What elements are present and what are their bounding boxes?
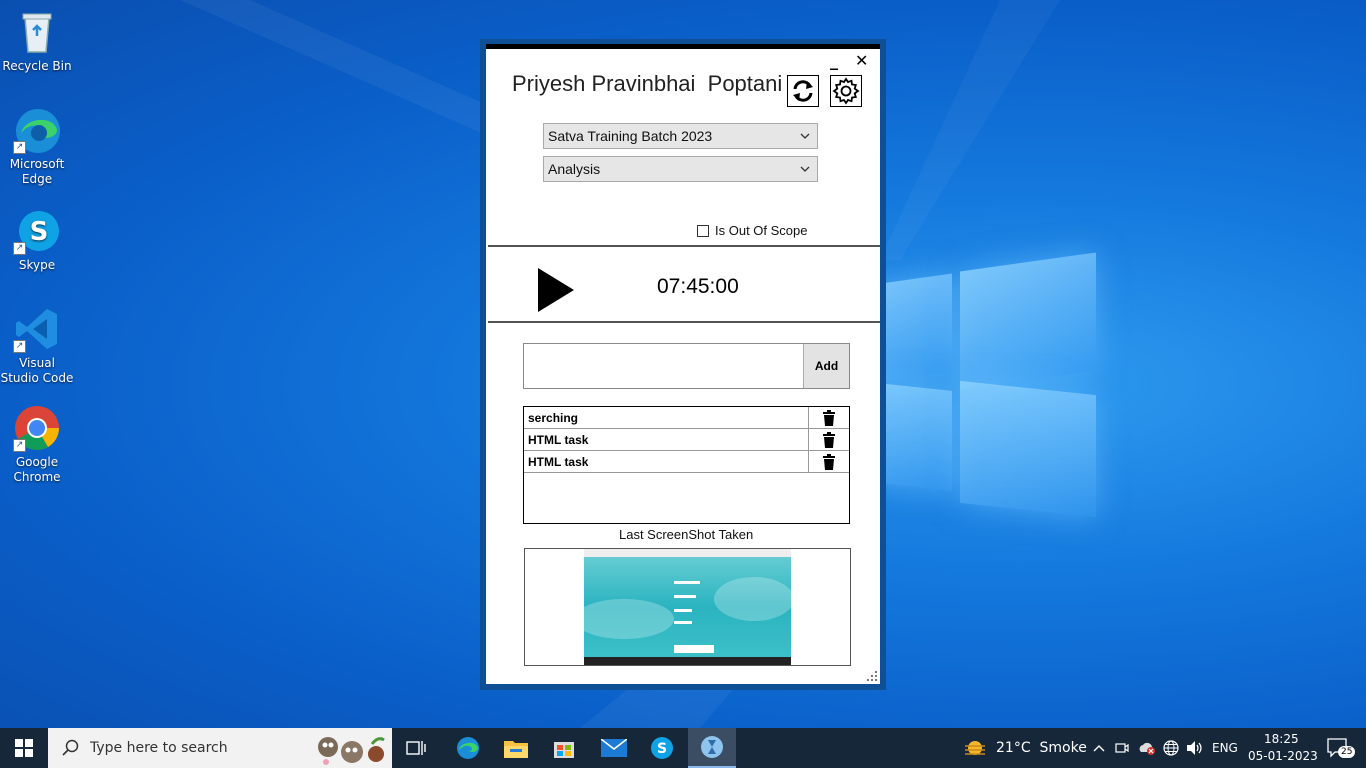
shortcut-arrow-icon: ↗: [13, 242, 26, 255]
edge-icon: ↗: [13, 106, 61, 154]
weather-text[interactable]: 21°C Smoke: [996, 740, 1087, 756]
taskbar-time-tracker[interactable]: [688, 728, 736, 768]
search-highlight-icon: [318, 737, 385, 765]
task-input[interactable]: Add: [523, 343, 850, 389]
project-select[interactable]: Satva Training Batch 2023: [543, 123, 818, 149]
svg-text:S: S: [657, 741, 667, 757]
add-task-button[interactable]: Add: [803, 344, 849, 388]
vscode-icon: ↗: [13, 305, 61, 353]
desktop-icon-edge[interactable]: ↗ Microsoft Edge: [0, 106, 74, 187]
shortcut-arrow-icon: ↗: [13, 439, 26, 452]
trash-icon: [823, 431, 835, 448]
task-row[interactable]: serching: [524, 407, 849, 429]
task-name: HTML task: [528, 433, 589, 447]
screenshot-preview: [524, 548, 851, 666]
shortcut-arrow-icon: ↗: [13, 340, 26, 353]
divider: [488, 321, 880, 323]
delete-task-button[interactable]: [808, 429, 849, 450]
desktop-icon-chrome[interactable]: ↗ Google Chrome: [0, 404, 74, 485]
refresh-button[interactable]: [787, 75, 819, 107]
task-view-icon: [406, 741, 426, 755]
task-view-button[interactable]: [398, 728, 434, 768]
taskbar-store[interactable]: [544, 728, 584, 768]
gear-icon: [832, 77, 860, 105]
search-placeholder: Type here to search: [90, 740, 228, 756]
divider: [488, 245, 880, 247]
recycle-bin-icon: [13, 8, 61, 56]
timer-display: 07:45:00: [657, 275, 739, 298]
screenshot-label: Last ScreenShot Taken: [619, 527, 754, 542]
desktop-icon-label: Visual Studio Code: [0, 356, 74, 385]
clock-date[interactable]: 05-01-2023: [1248, 749, 1318, 763]
chevron-down-icon: [800, 166, 810, 172]
notification-center-button[interactable]: 25: [1318, 728, 1358, 768]
taskbar-mail[interactable]: [594, 728, 634, 768]
taskbar-file-explorer[interactable]: [496, 728, 536, 768]
taskbar-skype[interactable]: S: [642, 728, 682, 768]
mail-icon: [601, 739, 627, 757]
skype-icon: S: [651, 737, 673, 759]
taskbar-edge[interactable]: [448, 728, 488, 768]
task-row[interactable]: HTML task: [524, 451, 849, 473]
desktop-icon-recycle-bin[interactable]: Recycle Bin: [0, 8, 74, 74]
store-icon: [554, 742, 574, 758]
desktop-icon-label: Google Chrome: [13, 455, 61, 484]
settings-button[interactable]: [830, 75, 862, 107]
network-globe-icon[interactable]: [1160, 728, 1182, 768]
screenshot-thumbnail: [574, 549, 794, 665]
svg-text:S: S: [30, 217, 49, 247]
task-name: serching: [528, 411, 579, 425]
language-indicator[interactable]: ENG: [1212, 741, 1238, 755]
windows-start-icon: [15, 739, 33, 757]
chevron-up-icon: [1093, 745, 1105, 752]
delete-task-button[interactable]: [808, 451, 849, 472]
edge-icon: [457, 737, 479, 759]
resize-grip-icon[interactable]: [867, 671, 877, 681]
project-select-value: Satva Training Batch 2023: [548, 128, 713, 144]
skype-icon: S ↗: [13, 207, 61, 255]
clock-time[interactable]: 18:25: [1264, 732, 1299, 746]
close-button[interactable]: ✕: [855, 53, 868, 69]
taskbar-search[interactable]: Type here to search: [48, 728, 392, 768]
desktop-icon-vscode[interactable]: ↗ Visual Studio Code: [0, 305, 74, 386]
user-name: Priyesh Pravinbhai Poptani: [512, 71, 783, 96]
hourglass-icon: [701, 736, 723, 758]
task-name: HTML task: [528, 455, 589, 469]
out-of-scope-label: Is Out Of Scope: [715, 223, 808, 238]
taskbar: Type here to search S 21°C Smoke ENG 18:…: [0, 728, 1366, 768]
desktop-icon-label: Recycle Bin: [2, 59, 72, 73]
show-hidden-icons-button[interactable]: [1090, 728, 1108, 768]
volume-icon[interactable]: [1184, 728, 1206, 768]
folder-icon: [504, 741, 528, 758]
task-type-select-value: Analysis: [548, 161, 601, 177]
task-list: serching HTML task HTML task: [523, 406, 850, 524]
play-icon[interactable]: [536, 268, 576, 312]
start-button[interactable]: [0, 728, 48, 768]
weather-icon[interactable]: [960, 728, 990, 768]
desktop-icon-label: Microsoft Edge: [9, 157, 65, 186]
trash-icon: [823, 409, 835, 426]
refresh-icon: [793, 80, 813, 102]
chevron-down-icon: [800, 133, 810, 139]
windows-logo-wallpaper: [860, 252, 1100, 518]
desktop-icon-skype[interactable]: S ↗ Skype: [0, 207, 74, 273]
notification-badge: 25: [1338, 746, 1356, 758]
delete-task-button[interactable]: [808, 407, 849, 428]
out-of-scope-row[interactable]: Is Out Of Scope: [697, 223, 808, 238]
search-icon: [62, 739, 79, 756]
chrome-icon: ↗: [13, 404, 61, 452]
onedrive-error-icon[interactable]: [1136, 728, 1158, 768]
meet-now-icon[interactable]: [1112, 728, 1132, 768]
task-type-select[interactable]: Analysis: [543, 156, 818, 182]
shortcut-arrow-icon: ↗: [13, 141, 26, 154]
trash-icon: [823, 453, 835, 470]
desktop-icon-label: Skype: [18, 258, 56, 272]
minimize-button[interactable]: _: [830, 53, 838, 69]
task-row[interactable]: HTML task: [524, 429, 849, 451]
out-of-scope-checkbox[interactable]: [697, 224, 709, 237]
time-tracker-window: _ ✕ Priyesh Pravinbhai Poptani Satva Tra…: [486, 44, 880, 684]
